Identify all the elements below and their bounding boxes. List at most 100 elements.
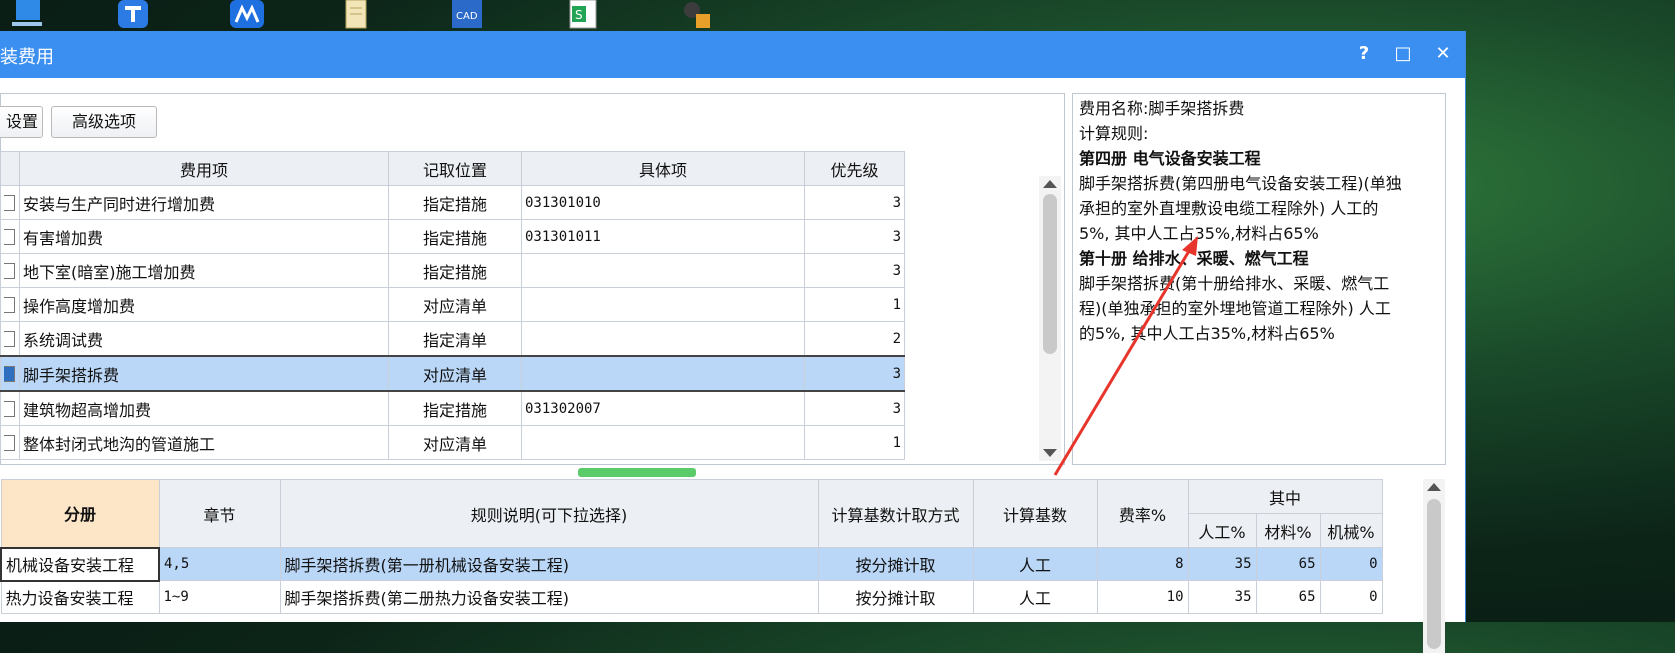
base-cell[interactable]: 人工: [972, 547, 1098, 581]
col-fee-item[interactable]: 费用项: [19, 151, 389, 186]
col-detail[interactable]: 具体项: [521, 151, 805, 186]
fee-detail[interactable]: [521, 355, 805, 392]
material-cell[interactable]: 65: [1255, 547, 1321, 581]
rule-table-scrollbar[interactable]: [1423, 479, 1445, 653]
fee-position[interactable]: 指定措施: [388, 185, 522, 220]
fee-position[interactable]: 对应清单: [388, 425, 522, 460]
row-checkbox[interactable]: [4, 366, 15, 382]
help-button[interactable]: ?: [1351, 41, 1377, 67]
col-priority[interactable]: 优先级: [804, 151, 905, 186]
app-t-icon[interactable]: [116, 0, 150, 30]
table-row[interactable]: 安装与生产同时进行增加费 指定措施 031301010 3: [0, 185, 905, 220]
base-method-cell[interactable]: 按分摊计取: [817, 580, 974, 614]
fee-priority[interactable]: 1: [804, 287, 905, 322]
col-labor[interactable]: 人工%: [1187, 513, 1257, 548]
fee-detail[interactable]: [521, 321, 805, 357]
checkbox-header: [0, 151, 20, 186]
desc-section1-line: 脚手架搭拆费(第四册电气设备安装工程)(单独: [1079, 174, 1402, 193]
row-checkbox[interactable]: [4, 435, 15, 451]
fee-position[interactable]: 对应清单: [388, 355, 522, 392]
machine-cell[interactable]: 0: [1319, 547, 1383, 581]
row-checkbox[interactable]: [4, 401, 15, 417]
fee-priority[interactable]: 2: [804, 321, 905, 357]
col-position[interactable]: 记取位置: [388, 151, 522, 186]
row-checkbox[interactable]: [4, 195, 15, 211]
settings-button[interactable]: 设置: [0, 106, 43, 138]
col-rule[interactable]: 规则说明(可下拉选择): [279, 479, 819, 548]
base-cell[interactable]: 人工: [972, 580, 1098, 614]
fee-detail[interactable]: 031301011: [521, 219, 805, 254]
fee-detail[interactable]: 031302007: [521, 390, 805, 426]
table-row[interactable]: 整体封闭式地沟的管道施工 对应清单 1: [0, 425, 905, 460]
table-row-selected[interactable]: 机械设备安装工程 4,5 脚手架搭拆费(第一册机械设备安装工程) 按分摊计取 人…: [0, 546, 1383, 582]
col-base[interactable]: 计算基数: [972, 479, 1098, 548]
scroll-down-icon[interactable]: [1043, 449, 1057, 457]
scroll-thumb[interactable]: [1043, 194, 1057, 354]
scroll-up-icon[interactable]: [1043, 180, 1057, 188]
spreadsheet-icon[interactable]: S: [566, 0, 600, 30]
table-row[interactable]: 系统调试费 指定清单 2: [0, 321, 905, 357]
fee-position[interactable]: 指定措施: [388, 219, 522, 254]
col-material[interactable]: 材料%: [1255, 513, 1321, 548]
tool-icon[interactable]: [680, 0, 714, 30]
table-row[interactable]: 地下室(暗室)施工增加费 指定措施 3: [0, 253, 905, 288]
base-method-cell[interactable]: 按分摊计取: [817, 547, 974, 581]
row-checkbox[interactable]: [4, 229, 15, 245]
fee-table: 费用项 记取位置 具体项 优先级 安装与生产同时进行增加费 指定措施 03130…: [0, 151, 905, 460]
table-row[interactable]: 操作高度增加费 对应清单 1: [0, 287, 905, 322]
fee-detail[interactable]: [521, 253, 805, 288]
chapter-cell[interactable]: 4,5: [158, 547, 281, 581]
fee-detail[interactable]: [521, 287, 805, 322]
fee-name: 建筑物超高增加费: [19, 390, 389, 426]
advanced-options-button[interactable]: 高级选项: [51, 106, 157, 138]
col-base-method[interactable]: 计算基数计取方式: [817, 479, 974, 548]
rate-cell[interactable]: 8: [1096, 547, 1189, 581]
scroll-up-icon[interactable]: [1427, 483, 1441, 491]
fee-priority[interactable]: 3: [804, 355, 905, 392]
app-m-icon[interactable]: [230, 0, 264, 30]
col-rate[interactable]: 费率%: [1096, 479, 1189, 548]
fee-table-scrollbar[interactable]: [1039, 176, 1061, 461]
volume-cell[interactable]: 热力设备安装工程: [0, 580, 160, 614]
scroll-thumb[interactable]: [1427, 499, 1441, 649]
fee-name: 整体封闭式地沟的管道施工: [19, 425, 389, 460]
fee-priority[interactable]: 3: [804, 390, 905, 426]
labor-cell[interactable]: 35: [1187, 580, 1257, 614]
computer-icon[interactable]: [10, 0, 44, 30]
rule-cell[interactable]: 脚手架搭拆费(第一册机械设备安装工程): [279, 547, 819, 581]
fee-detail[interactable]: [521, 425, 805, 460]
table-row[interactable]: 有害增加费 指定措施 031301011 3: [0, 219, 905, 254]
fee-name: 操作高度增加费: [19, 287, 389, 322]
labor-cell[interactable]: 35: [1187, 547, 1257, 581]
table-row-selected[interactable]: 脚手架搭拆费 对应清单 3: [0, 355, 905, 392]
volume-cell[interactable]: 机械设备安装工程: [0, 546, 160, 582]
fee-position[interactable]: 对应清单: [388, 287, 522, 322]
close-button[interactable]: ✕: [1430, 41, 1456, 67]
fee-priority[interactable]: 1: [804, 425, 905, 460]
rule-cell[interactable]: 脚手架搭拆费(第二册热力设备安装工程): [279, 580, 819, 614]
material-cell[interactable]: 65: [1255, 580, 1321, 614]
desc-section1-title: 第四册 电气设备安装工程: [1079, 149, 1261, 168]
cad-icon[interactable]: CAD: [450, 0, 484, 30]
fee-position[interactable]: 指定措施: [388, 390, 522, 426]
col-machine[interactable]: 机械%: [1319, 513, 1383, 548]
row-checkbox[interactable]: [4, 263, 15, 279]
fee-detail[interactable]: 031301010: [521, 185, 805, 220]
col-chapter[interactable]: 章节: [158, 479, 281, 548]
row-checkbox[interactable]: [4, 297, 15, 313]
maximize-button[interactable]: □: [1390, 41, 1416, 67]
machine-cell[interactable]: 0: [1319, 580, 1383, 614]
rate-cell[interactable]: 10: [1096, 580, 1189, 614]
table-row[interactable]: 热力设备安装工程 1~9 脚手架搭拆费(第二册热力设备安装工程) 按分摊计取 人…: [0, 580, 1383, 614]
fee-priority[interactable]: 3: [804, 219, 905, 254]
panel-splitter-handle[interactable]: [578, 468, 696, 477]
row-checkbox[interactable]: [4, 331, 15, 347]
document-icon[interactable]: [340, 0, 374, 30]
col-volume[interactable]: 分册: [0, 479, 160, 548]
chapter-cell[interactable]: 1~9: [158, 580, 281, 614]
fee-position[interactable]: 指定措施: [388, 253, 522, 288]
table-row[interactable]: 建筑物超高增加费 指定措施 031302007 3: [0, 390, 905, 426]
fee-priority[interactable]: 3: [804, 253, 905, 288]
fee-position[interactable]: 指定清单: [388, 321, 522, 357]
fee-priority[interactable]: 3: [804, 185, 905, 220]
